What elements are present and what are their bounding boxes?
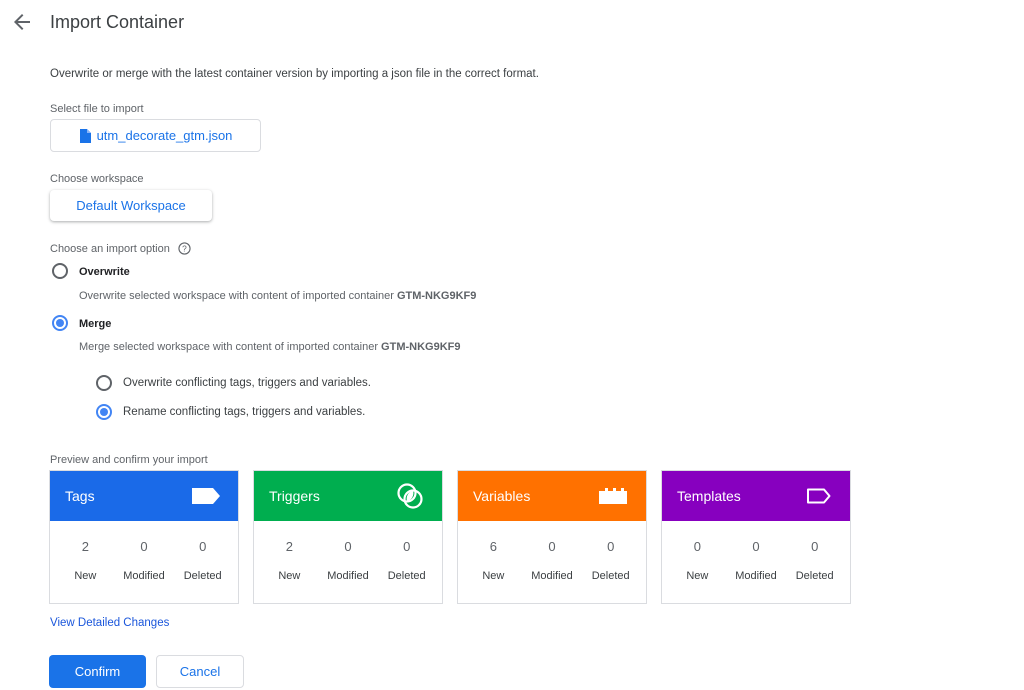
container-id: GTM-NKG9KF9 (381, 341, 461, 353)
deleted-count: 0 (811, 539, 819, 554)
new-label: New (482, 570, 505, 582)
modified-label: Modified (735, 570, 777, 582)
import-option-label: Choose an import option ? (50, 242, 191, 255)
deleted-label: Deleted (387, 570, 426, 582)
template-icon (807, 488, 831, 504)
cancel-button[interactable]: Cancel (156, 655, 244, 688)
workspace-label: Choose workspace (50, 173, 144, 185)
deleted-count: 0 (403, 539, 411, 554)
file-icon (79, 128, 91, 143)
deleted-count: 0 (607, 539, 615, 554)
new-count: 2 (285, 539, 293, 554)
workspace-select-button[interactable]: Default Workspace (50, 190, 212, 221)
modified-count: 0 (140, 539, 148, 554)
import-option-label-text: Choose an import option (50, 242, 170, 255)
overwrite-option-desc: Overwrite selected workspace with conten… (79, 290, 476, 302)
page-description: Overwrite or merge with the latest conta… (50, 68, 539, 80)
help-icon[interactable]: ? (178, 242, 191, 255)
templates-card: Templates 0 New 0 Modified 0 Deleted (661, 470, 851, 604)
page-title: Import Container (50, 12, 185, 32)
card-title: Triggers (269, 488, 320, 504)
card-title: Tags (65, 488, 95, 504)
file-name: utm_decorate_gtm.json (96, 128, 233, 143)
modified-label: Modified (531, 570, 573, 582)
overwrite-desc-text: Overwrite selected workspace with conten… (79, 290, 397, 302)
templates-card-header: Templates (662, 471, 850, 521)
variables-card-header: Variables (458, 471, 646, 521)
triggers-card: Triggers 2 New 0 Modified 0 Deleted (253, 470, 443, 604)
view-detailed-changes-link[interactable]: View Detailed Changes (50, 617, 169, 629)
new-label: New (74, 570, 97, 582)
overwrite-conflicting-radio[interactable] (96, 375, 112, 391)
workspace-value: Default Workspace (76, 198, 186, 213)
overwrite-radio[interactable] (52, 263, 68, 279)
modified-label: Modified (123, 570, 165, 582)
tags-card: Tags 2 New 0 Modified 0 Deleted (49, 470, 239, 604)
confirm-button[interactable]: Confirm (49, 655, 146, 688)
tag-icon (192, 488, 220, 504)
variables-card: Variables 6 New 0 Modified 0 Deleted (457, 470, 647, 604)
new-count: 0 (693, 539, 701, 554)
new-label: New (278, 570, 301, 582)
variable-icon (599, 488, 627, 504)
modified-label: Modified (327, 570, 369, 582)
deleted-label: Deleted (591, 570, 630, 582)
file-label: Select file to import (50, 103, 144, 115)
modified-count: 0 (344, 539, 352, 554)
arrow-left-icon (14, 14, 30, 30)
merge-radio[interactable] (52, 315, 68, 331)
preview-label: Preview and confirm your import (50, 454, 208, 466)
container-id: GTM-NKG9KF9 (396, 290, 477, 302)
overwrite-conflicting-label: Overwrite conflicting tags, triggers and… (123, 377, 371, 389)
card-title: Templates (677, 488, 741, 504)
merge-desc-text: Merge selected workspace with content of… (79, 341, 382, 353)
deleted-label: Deleted (795, 570, 834, 582)
new-count: 2 (81, 539, 89, 554)
trigger-icon (397, 483, 423, 509)
rename-conflicting-radio[interactable] (96, 404, 112, 420)
new-count: 6 (489, 539, 497, 554)
new-label: New (686, 570, 709, 582)
back-button[interactable] (10, 10, 34, 34)
deleted-label: Deleted (183, 570, 222, 582)
file-select-button[interactable]: utm_decorate_gtm.json (50, 119, 261, 152)
rename-conflicting-label: Rename conflicting tags, triggers and va… (123, 406, 366, 418)
overwrite-option-title: Overwrite (79, 266, 130, 278)
triggers-card-header: Triggers (254, 471, 442, 521)
modified-count: 0 (548, 539, 556, 554)
modified-count: 0 (752, 539, 760, 554)
card-title: Variables (473, 488, 531, 504)
svg-text:?: ? (182, 244, 187, 254)
tags-card-header: Tags (50, 471, 238, 521)
merge-option-desc: Merge selected workspace with content of… (79, 341, 461, 353)
deleted-count: 0 (199, 539, 207, 554)
merge-option-title: Merge (79, 318, 112, 330)
